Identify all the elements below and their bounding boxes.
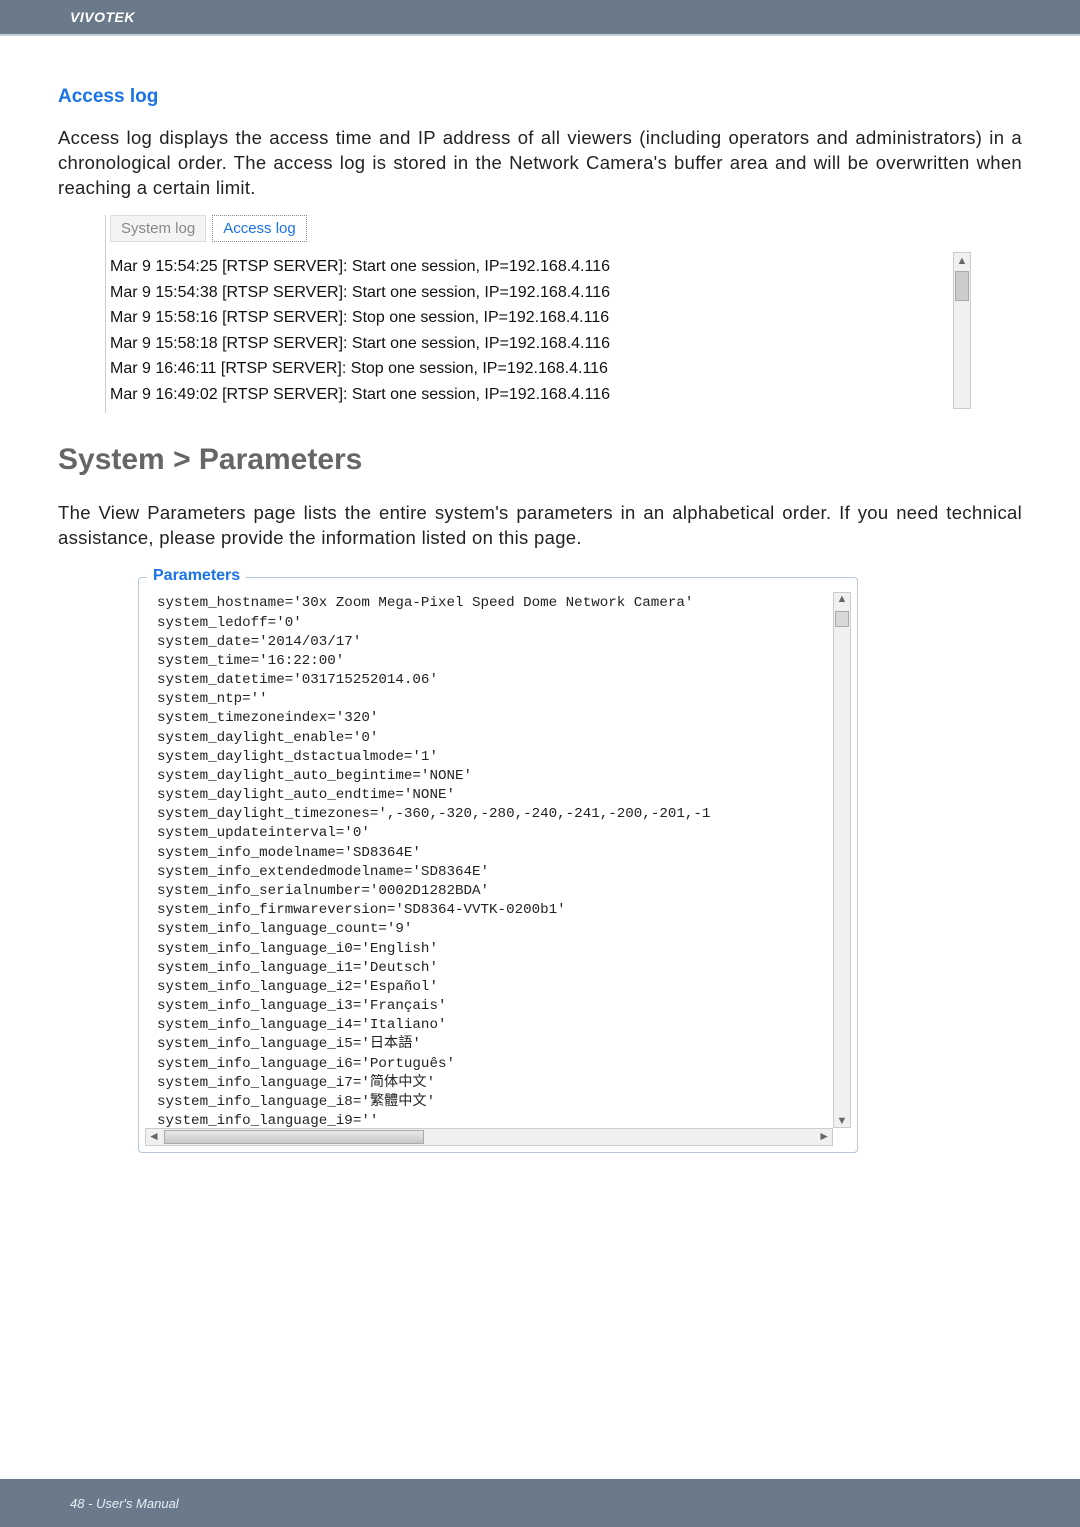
param-line: system_datetime='031715252014.06' — [157, 672, 438, 688]
param-line: system_daylight_auto_endtime='NONE' — [157, 787, 455, 803]
param-line: system_info_language_i5='日本語' — [157, 1036, 421, 1052]
tab-accesslog[interactable]: Access log — [212, 215, 307, 242]
log-tabs: System log Access log — [106, 215, 975, 242]
footer-text: 48 - User's Manual — [70, 1496, 179, 1511]
tab-systemlog[interactable]: System log — [110, 215, 206, 242]
parameters-legend: Parameters — [147, 567, 246, 585]
page-header: VIVOTEK — [0, 0, 1080, 36]
scroll-right-icon: ► — [818, 1129, 830, 1143]
param-line: system_info_language_i6='Português' — [157, 1056, 455, 1072]
param-line: system_info_serialnumber='0002D1282BDA' — [157, 883, 489, 899]
param-line: system_info_extendedmodelname='SD8364E' — [157, 864, 489, 880]
param-line: system_updateinterval='0' — [157, 825, 370, 841]
param-line: system_info_language_count='9' — [157, 921, 412, 937]
param-line: system_info_language_i2='Español' — [157, 979, 438, 995]
param-line: system_info_language_i0='English' — [157, 941, 438, 957]
log-line: Mar 9 16:49:02 [RTSP SERVER]: Start one … — [110, 382, 969, 408]
scroll-up-icon: ▲ — [834, 593, 850, 605]
param-line: system_info_language_i1='Deutsch' — [157, 960, 438, 976]
param-line: system_timezoneindex='320' — [157, 710, 378, 726]
param-line: system_info_modelname='SD8364E' — [157, 845, 421, 861]
log-line: Mar 9 15:54:25 [RTSP SERVER]: Start one … — [110, 254, 969, 280]
parameters-body: system_hostname='30x Zoom Mega-Pixel Spe… — [143, 588, 853, 1148]
param-line: system_daylight_dstactualmode='1' — [157, 749, 438, 765]
log-line: Mar 9 15:54:38 [RTSP SERVER]: Start one … — [110, 280, 969, 306]
accesslog-lines: Mar 9 15:54:25 [RTSP SERVER]: Start one … — [106, 248, 975, 414]
param-line: system_daylight_auto_begintime='NONE' — [157, 768, 472, 784]
parameters-heading: System > Parameters — [58, 443, 1022, 477]
params-horizontal-scrollbar[interactable]: ◄ ► — [145, 1128, 833, 1146]
page-footer: 48 - User's Manual — [0, 1479, 1080, 1527]
log-line: Mar 9 15:58:16 [RTSP SERVER]: Stop one s… — [110, 305, 969, 331]
param-line: system_hostname='30x Zoom Mega-Pixel Spe… — [157, 595, 693, 611]
param-line: system_info_language_i8='繁體中文' — [157, 1094, 435, 1110]
param-line: system_info_language_i3='Français' — [157, 998, 446, 1014]
log-vertical-scrollbar[interactable]: ▲ — [953, 252, 971, 410]
page-content: Access log Access log displays the acces… — [0, 36, 1080, 1153]
param-line: system_info_language_i4='Italiano' — [157, 1017, 446, 1033]
param-line: system_info_firmwareversion='SD8364-VVTK… — [157, 902, 566, 918]
param-line: system_info_language_i7='简体中文' — [157, 1075, 435, 1091]
scroll-up-icon: ▲ — [954, 253, 970, 271]
scroll-down-icon: ▼ — [834, 1115, 850, 1127]
accesslog-panel: System log Access log Mar 9 15:54:25 [RT… — [105, 215, 975, 414]
parameters-text: system_hostname='30x Zoom Mega-Pixel Spe… — [157, 594, 835, 1131]
accesslog-desc: Access log displays the access time and … — [58, 126, 1022, 201]
param-line: system_daylight_timezones=',-360,-320,-2… — [157, 806, 710, 822]
scroll-thumb[interactable] — [835, 611, 849, 627]
scroll-left-icon: ◄ — [148, 1129, 160, 1143]
scroll-thumb[interactable] — [955, 271, 969, 301]
param-line: system_time='16:22:00' — [157, 653, 344, 669]
brand-label: VIVOTEK — [70, 9, 135, 25]
param-line: system_date='2014/03/17' — [157, 634, 361, 650]
parameters-desc: The View Parameters page lists the entir… — [58, 501, 1022, 551]
scroll-thumb[interactable] — [164, 1130, 424, 1144]
parameters-panel: Parameters system_hostname='30x Zoom Meg… — [138, 577, 858, 1153]
param-line: system_ledoff='0' — [157, 615, 302, 631]
log-line: Mar 9 16:46:11 [RTSP SERVER]: Stop one s… — [110, 356, 969, 382]
param-line: system_info_language_i9='' — [157, 1113, 378, 1129]
params-vertical-scrollbar[interactable]: ▲ ▼ — [833, 592, 851, 1128]
log-line: Mar 9 15:58:18 [RTSP SERVER]: Start one … — [110, 331, 969, 357]
param-line: system_daylight_enable='0' — [157, 730, 378, 746]
param-line: system_ntp='' — [157, 691, 268, 707]
accesslog-title: Access log — [58, 86, 1022, 108]
